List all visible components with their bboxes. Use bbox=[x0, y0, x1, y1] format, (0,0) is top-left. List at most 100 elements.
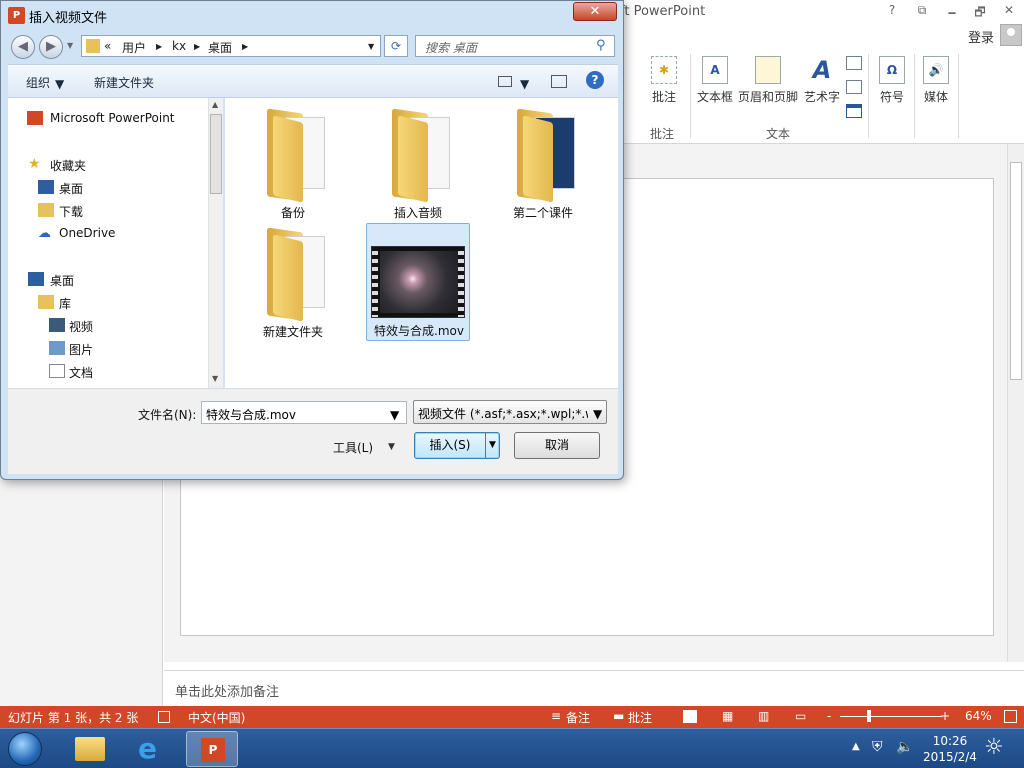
filename-input[interactable]: 特效与合成.mov ▼ bbox=[201, 401, 407, 424]
nav-fav-desktop[interactable]: 桌面 bbox=[59, 180, 83, 197]
view-options-icon[interactable] bbox=[498, 76, 512, 87]
volume-icon[interactable]: 🔈 bbox=[896, 739, 913, 755]
header-footer-button[interactable]: 页眉和页脚 bbox=[736, 56, 800, 105]
help-icon[interactable]: ? bbox=[882, 3, 902, 17]
spellcheck-icon[interactable] bbox=[158, 711, 170, 723]
fit-slide-icon[interactable] bbox=[1004, 710, 1017, 723]
breadcrumb-kx[interactable]: kx bbox=[172, 39, 186, 53]
nav-pictures[interactable]: 图片 bbox=[69, 341, 93, 358]
slideshow-icon[interactable]: ▭ bbox=[795, 709, 806, 723]
zoom-slider[interactable] bbox=[840, 716, 942, 717]
notes-toggle-icon[interactable]: ≡ bbox=[551, 709, 561, 723]
symbol-button[interactable]: Ω 符号 bbox=[874, 56, 910, 105]
nav-fav-onedrive[interactable]: OneDrive bbox=[59, 226, 115, 240]
close-icon[interactable]: ✕ bbox=[999, 3, 1019, 17]
desktop-icon bbox=[38, 180, 54, 194]
cancel-button[interactable]: 取消 bbox=[514, 432, 600, 459]
ribbon-separator bbox=[690, 54, 691, 138]
help-icon[interactable]: ? bbox=[586, 71, 604, 89]
scroll-thumb[interactable] bbox=[1010, 162, 1022, 380]
search-input[interactable]: 搜索 桌面 ⚲ bbox=[415, 35, 615, 57]
back-button[interactable]: ◀ bbox=[11, 35, 35, 59]
nav-desktop[interactable]: 桌面 bbox=[50, 272, 74, 289]
nav-fav-downloads[interactable]: 下载 bbox=[59, 203, 83, 220]
nav-powerpoint[interactable]: Microsoft PowerPoint bbox=[50, 111, 175, 125]
wordart-button[interactable]: A 艺术字 bbox=[802, 56, 842, 105]
zoom-slider-thumb[interactable] bbox=[867, 710, 871, 722]
start-button[interactable] bbox=[8, 732, 42, 766]
address-prefix[interactable]: « bbox=[104, 39, 111, 53]
tools-button[interactable]: 工具(L) bbox=[333, 439, 373, 456]
forward-button[interactable]: ▶ bbox=[39, 35, 63, 59]
nav-favorites[interactable]: 收藏夹 bbox=[50, 157, 86, 174]
date-time-icon[interactable] bbox=[846, 56, 862, 70]
minimize-icon[interactable]: 🗕 bbox=[942, 3, 962, 24]
maximize-icon[interactable]: 🗗 bbox=[970, 3, 990, 24]
filetype-select[interactable]: 视频文件 (*.asf;*.asx;*.wpl;*.wm ▼ bbox=[413, 400, 607, 424]
media-button[interactable]: 🔊 媒体 bbox=[918, 56, 954, 105]
taskbar-powerpoint[interactable]: P bbox=[186, 731, 238, 767]
organize-button[interactable]: 组织 bbox=[26, 74, 50, 91]
login-link[interactable]: 登录 bbox=[968, 27, 994, 46]
notes-pane[interactable]: 单击此处添加备注 bbox=[164, 670, 1024, 706]
breadcrumb-desktop[interactable]: 桌面 bbox=[208, 39, 232, 56]
chevron-down-icon[interactable]: ▼ bbox=[390, 408, 399, 422]
nav-documents[interactable]: 文档 bbox=[69, 364, 93, 381]
slide-sorter-icon[interactable]: ▦ bbox=[722, 709, 733, 723]
search-icon[interactable]: ⚲ bbox=[596, 38, 606, 53]
address-dropdown-icon[interactable]: ▼ bbox=[368, 42, 374, 51]
taskbar-ie[interactable]: e bbox=[124, 731, 176, 767]
vertical-scrollbar[interactable] bbox=[1007, 144, 1024, 662]
textbox-button[interactable]: A 文本框 bbox=[694, 56, 736, 105]
powerpoint-icon bbox=[27, 111, 43, 125]
zoom-level[interactable]: 64% bbox=[965, 709, 992, 723]
chevron-down-icon[interactable]: ▼ bbox=[55, 77, 64, 91]
insert-button[interactable]: 插入(S) ▼ bbox=[414, 432, 500, 459]
avatar[interactable] bbox=[1000, 24, 1022, 46]
chevron-down-icon[interactable]: ▼ bbox=[520, 77, 529, 91]
recent-dropdown-icon[interactable]: ▼ bbox=[67, 41, 73, 50]
dialog-title: 插入视频文件 bbox=[29, 11, 108, 26]
file-item[interactable]: 插入音频 bbox=[366, 101, 470, 220]
file-item[interactable]: 备份 bbox=[241, 101, 345, 220]
object-icon[interactable] bbox=[846, 104, 862, 118]
file-item[interactable]: 新建文件夹 bbox=[241, 220, 345, 339]
nav-scroll-thumb[interactable] bbox=[210, 114, 222, 194]
chevron-right-icon[interactable]: ▶ bbox=[242, 42, 248, 51]
nav-videos[interactable]: 视频 bbox=[69, 318, 93, 335]
search-placeholder: 搜索 桌面 bbox=[425, 41, 477, 55]
reading-view-icon[interactable]: ▥ bbox=[758, 709, 769, 723]
chevron-right-icon[interactable]: ▶ bbox=[194, 42, 200, 51]
address-bar[interactable]: « 用户 ▶ kx ▶ 桌面 ▶ ▼ bbox=[81, 35, 381, 57]
scroll-down-icon[interactable]: ▼ bbox=[212, 374, 218, 383]
preview-pane-icon[interactable] bbox=[551, 75, 567, 88]
file-item-selected[interactable]: 特效与合成.mov bbox=[366, 223, 470, 341]
comments-toggle-icon[interactable]: ▬ bbox=[613, 709, 624, 723]
chevron-down-icon[interactable]: ▼ bbox=[388, 442, 395, 452]
security-icon[interactable]: ⛨ bbox=[872, 739, 883, 755]
file-item[interactable]: 第二个课件 bbox=[491, 101, 595, 220]
nav-scrollbar[interactable]: ▲ ▼ bbox=[208, 98, 223, 388]
new-folder-button[interactable]: 新建文件夹 bbox=[94, 74, 154, 91]
ribbon-display-icon[interactable]: ⧉ bbox=[912, 3, 932, 18]
chevron-down-icon[interactable]: ▼ bbox=[485, 433, 499, 458]
slide-number-icon[interactable] bbox=[846, 80, 862, 94]
clock[interactable]: 10:26 2015/2/4 bbox=[918, 733, 982, 765]
breadcrumb-users[interactable]: 用户 bbox=[122, 39, 146, 56]
zoom-out-button[interactable]: - bbox=[827, 709, 831, 723]
nav-library[interactable]: 库 bbox=[59, 295, 71, 312]
file-name: 备份 bbox=[280, 206, 305, 220]
normal-view-icon[interactable] bbox=[683, 710, 697, 723]
comments-toggle[interactable]: 批注 bbox=[628, 709, 652, 726]
comment-button[interactable]: ✱ 批注 bbox=[646, 56, 682, 105]
scroll-up-icon[interactable]: ▲ bbox=[212, 100, 218, 109]
dialog-close-button[interactable]: ✕ bbox=[573, 2, 617, 21]
notes-toggle[interactable]: 备注 bbox=[566, 709, 590, 726]
taskbar-explorer[interactable] bbox=[64, 731, 116, 767]
brightness-icon[interactable]: ☼ bbox=[984, 735, 1004, 760]
refresh-button[interactable]: ⟳ bbox=[384, 35, 408, 57]
zoom-in-button[interactable]: + bbox=[940, 709, 950, 723]
chevron-right-icon[interactable]: ▶ bbox=[156, 42, 162, 51]
language-indicator[interactable]: 中文(中国) bbox=[188, 709, 245, 726]
tray-expand-icon[interactable]: ▲ bbox=[852, 741, 860, 752]
